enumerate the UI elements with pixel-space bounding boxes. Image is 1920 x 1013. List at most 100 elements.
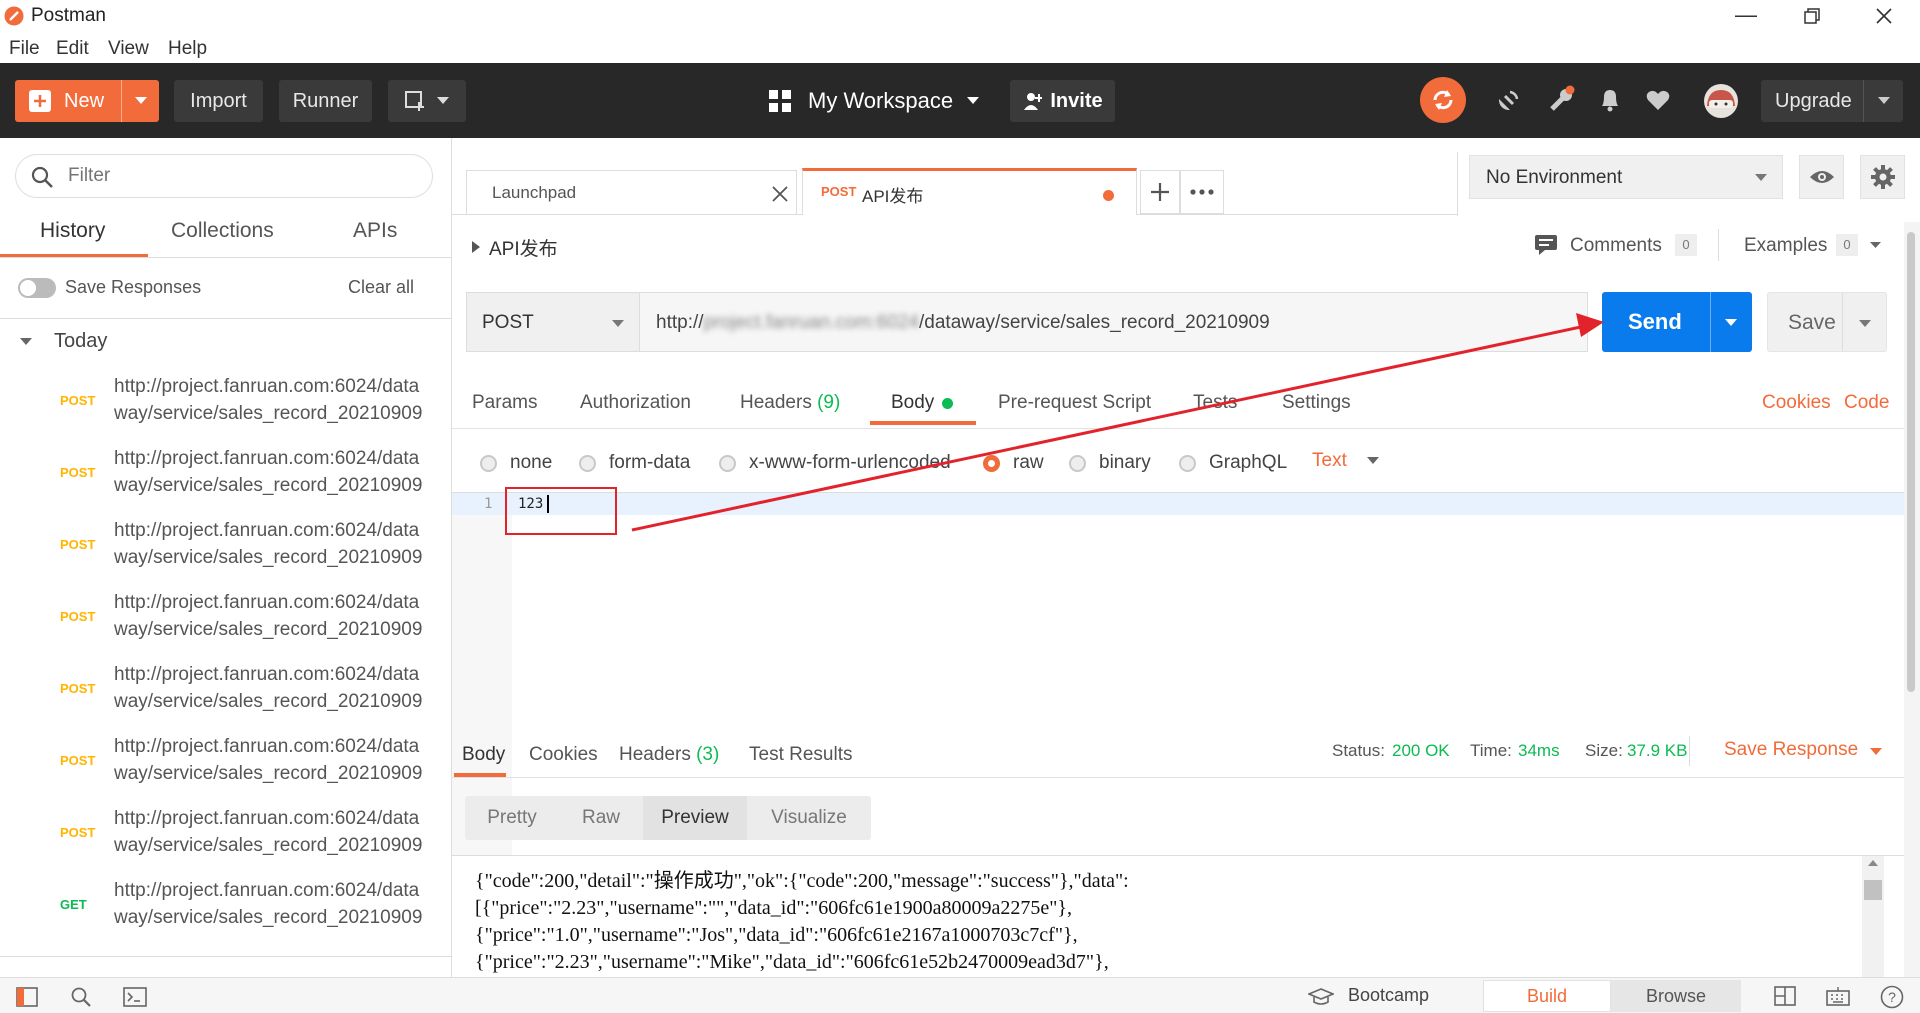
preview-scrollbar-thumb[interactable] — [1864, 880, 1882, 900]
method-badge: POST — [60, 537, 96, 552]
menu-view[interactable]: View — [108, 38, 149, 60]
search-icon — [31, 166, 53, 188]
sync-icon — [1433, 90, 1453, 110]
new-window-icon — [405, 91, 424, 111]
method-badge: POST — [60, 465, 96, 480]
response-line: [{"price":"2.23","username":"","data_id"… — [475, 897, 1073, 919]
sidebar-toggle-icon[interactable] — [16, 987, 38, 1007]
sync-button[interactable] — [1420, 77, 1466, 123]
scroll-up-icon[interactable] — [1868, 860, 1878, 866]
response-tab-cookies[interactable]: Cookies — [529, 744, 598, 766]
history-url: http://project.fanruan.com:6024/data way/… — [114, 376, 423, 424]
history-url: http://project.fanruan.com:6024/data way/… — [114, 736, 423, 784]
tab-apis[interactable]: APIs — [353, 219, 397, 243]
browse-mode-button[interactable]: Browse — [1611, 980, 1741, 1012]
plus-square-icon — [29, 90, 51, 112]
view-mode-visualize[interactable]: Visualize — [747, 796, 871, 840]
time-label: Time: — [1470, 741, 1512, 760]
response-preview: {"code":200,"detail":"操作成功","ok":{"code"… — [475, 868, 1875, 977]
menu-edit[interactable]: Edit — [56, 38, 89, 60]
view-mode-preview[interactable]: Preview — [643, 796, 747, 840]
minimize-icon[interactable]: — — [1735, 2, 1757, 28]
grid-icon — [769, 90, 791, 112]
chevron-down-icon — [967, 97, 980, 104]
upgrade-label: Upgrade — [1775, 89, 1852, 112]
divider — [0, 318, 451, 319]
history-item[interactable]: POST http://project.fanruan.com:6024/dat… — [0, 659, 452, 731]
import-button[interactable]: Import — [174, 80, 263, 122]
tab-collections[interactable]: Collections — [171, 219, 274, 243]
find-icon[interactable] — [70, 986, 92, 1008]
save-responses-toggle[interactable] — [18, 278, 56, 298]
divider — [0, 956, 451, 957]
history-group-label: Today — [54, 330, 108, 352]
clear-all-button[interactable]: Clear all — [348, 277, 414, 298]
response-tab-body[interactable]: Body — [462, 744, 505, 766]
filter-input[interactable] — [68, 163, 408, 189]
history-url: http://project.fanruan.com:6024/data way/… — [114, 592, 423, 640]
satellite-icon[interactable] — [1496, 87, 1522, 113]
method-badge: POST — [60, 825, 96, 840]
tab-history[interactable]: History — [40, 219, 105, 243]
history-item[interactable]: GET http://project.fanruan.com:6024/data… — [0, 875, 452, 947]
bootcamp-button[interactable]: Bootcamp — [1348, 985, 1429, 1006]
size-value: 37.9 KB — [1627, 741, 1688, 760]
workspace-selector[interactable]: My Workspace — [768, 80, 980, 122]
restore-icon[interactable] — [1804, 8, 1820, 24]
divider — [1689, 736, 1690, 766]
chevron-down-icon[interactable] — [1870, 748, 1882, 756]
chevron-down-icon[interactable] — [20, 338, 32, 346]
new-button[interactable]: New — [15, 80, 159, 122]
history-item[interactable]: POST http://project.fanruan.com:6024/dat… — [0, 515, 452, 587]
response-tab-headers[interactable]: Headers (3) — [619, 744, 719, 766]
menu-help[interactable]: Help — [168, 38, 207, 60]
chevron-down-icon — [437, 97, 449, 104]
response-line: {"price":"2.23","username":"Mike","data_… — [475, 951, 1109, 973]
main-panel: Launchpad POST API发布 No Environment API发… — [452, 138, 1920, 977]
save-response-button[interactable]: Save Response — [1724, 739, 1858, 761]
two-pane-icon[interactable] — [1774, 986, 1796, 1006]
svg-text:?: ? — [1888, 989, 1896, 1005]
method-badge: GET — [60, 897, 87, 912]
size-label: Size: — [1585, 741, 1623, 760]
invite-label: Invite — [1050, 89, 1103, 112]
avatar[interactable] — [1704, 84, 1738, 118]
upgrade-dropdown-icon[interactable] — [1863, 80, 1903, 122]
runner-button[interactable]: Runner — [279, 80, 372, 122]
new-button-label: New — [64, 89, 105, 112]
preview-scrollbar[interactable] — [1862, 856, 1884, 977]
postman-logo-icon — [4, 6, 24, 26]
bootcamp-icon — [1308, 988, 1334, 1005]
bell-icon[interactable] — [1598, 87, 1622, 113]
history-item[interactable]: POST http://project.fanruan.com:6024/dat… — [0, 803, 452, 875]
upgrade-button[interactable]: Upgrade — [1761, 80, 1903, 122]
new-dropdown-icon[interactable] — [121, 80, 159, 122]
response-line: {"code":200,"detail":"操作成功","ok":{"code"… — [475, 870, 1129, 892]
divider — [452, 777, 1904, 778]
keyboard-icon[interactable] — [1826, 986, 1850, 1008]
response-tab-test-results[interactable]: Test Results — [749, 744, 852, 766]
filter-field[interactable] — [15, 154, 433, 198]
new-window-button[interactable] — [388, 80, 466, 122]
history-url: http://project.fanruan.com:6024/data way/… — [114, 448, 423, 496]
invite-button[interactable]: Invite — [1010, 80, 1115, 122]
close-window-icon[interactable] — [1876, 8, 1892, 24]
status-bar: Bootcamp Build Browse ? — [0, 977, 1920, 1013]
time-value: 34ms — [1518, 741, 1560, 760]
wrench-icon[interactable] — [1548, 85, 1576, 113]
history-item[interactable]: POST http://project.fanruan.com:6024/dat… — [0, 371, 452, 443]
menu-bar: File Edit View Help — [0, 33, 1920, 63]
annotation-arrow-icon — [631, 313, 1604, 532]
workspace-label: My Workspace — [808, 88, 954, 113]
menu-file[interactable]: File — [9, 38, 40, 60]
build-mode-button[interactable]: Build — [1483, 980, 1611, 1012]
history-url: http://project.fanruan.com:6024/data way/… — [114, 664, 423, 712]
history-item[interactable]: POST http://project.fanruan.com:6024/dat… — [0, 587, 452, 659]
history-item[interactable]: POST http://project.fanruan.com:6024/dat… — [0, 731, 452, 803]
history-item[interactable]: POST http://project.fanruan.com:6024/dat… — [0, 443, 452, 515]
view-mode-raw[interactable]: Raw — [559, 796, 643, 840]
heart-icon[interactable] — [1645, 88, 1671, 112]
help-icon[interactable]: ? — [1880, 985, 1904, 1009]
view-mode-pretty[interactable]: Pretty — [465, 796, 559, 840]
console-icon[interactable] — [123, 987, 147, 1007]
